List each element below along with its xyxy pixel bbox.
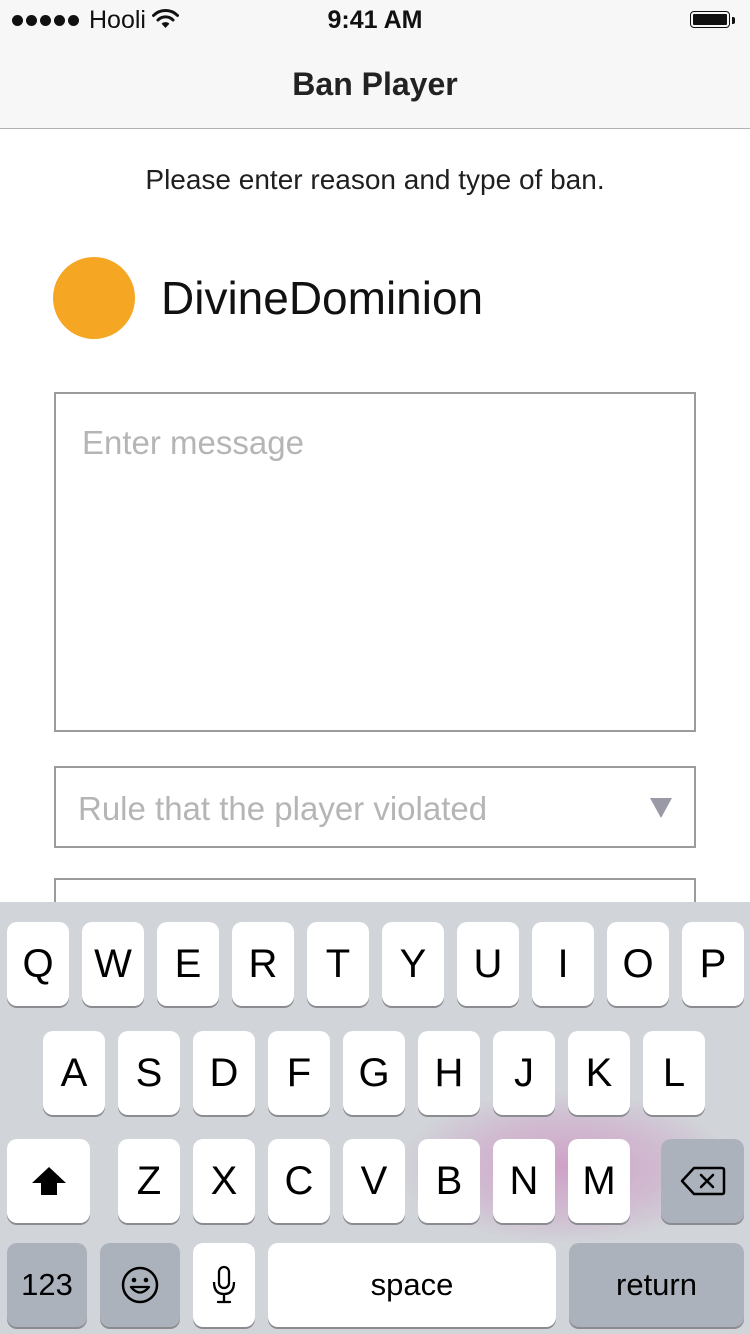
key-n[interactable]: N	[493, 1139, 555, 1223]
navigation-bar: Ban Player	[0, 40, 750, 129]
key-h[interactable]: H	[418, 1031, 480, 1115]
page-title: Ban Player	[292, 66, 458, 102]
numbers-key[interactable]: 123	[7, 1243, 87, 1327]
key-a[interactable]: A	[43, 1031, 105, 1115]
key-e[interactable]: E	[157, 922, 219, 1006]
key-m[interactable]: M	[568, 1139, 630, 1223]
shift-icon	[30, 1165, 68, 1197]
key-t[interactable]: T	[307, 922, 369, 1006]
instruction-text: Please enter reason and type of ban.	[145, 164, 605, 195]
keyboard: Q W E R T Y U I O P A S D F G H J K L Z …	[0, 902, 750, 1334]
status-bar: Hooli 9:41 AM	[0, 0, 750, 40]
avatar	[53, 257, 135, 339]
rule-select[interactable]: Rule that the player violated	[54, 766, 696, 848]
key-j[interactable]: J	[493, 1031, 555, 1115]
key-g[interactable]: G	[343, 1031, 405, 1115]
key-k[interactable]: K	[568, 1031, 630, 1115]
key-u[interactable]: U	[457, 922, 519, 1006]
status-time: 9:41 AM	[327, 6, 423, 34]
key-c[interactable]: C	[268, 1139, 330, 1223]
key-q[interactable]: Q	[7, 922, 69, 1006]
player-row: DivineDominion	[53, 256, 483, 340]
key-z[interactable]: Z	[118, 1139, 180, 1223]
key-d[interactable]: D	[193, 1031, 255, 1115]
key-o[interactable]: O	[607, 922, 669, 1006]
microphone-key[interactable]	[193, 1243, 255, 1327]
microphone-icon	[211, 1265, 237, 1305]
space-key[interactable]: space	[268, 1243, 556, 1327]
key-w[interactable]: W	[82, 922, 144, 1006]
rule-select-placeholder: Rule that the player violated	[78, 790, 488, 827]
key-y[interactable]: Y	[382, 922, 444, 1006]
message-input[interactable]	[54, 392, 696, 732]
key-v[interactable]: V	[343, 1139, 405, 1223]
backspace-icon	[680, 1165, 726, 1197]
shift-key[interactable]	[7, 1139, 90, 1223]
emoji-key[interactable]	[100, 1243, 180, 1327]
player-name: DivineDominion	[161, 272, 484, 324]
key-l[interactable]: L	[643, 1031, 705, 1115]
key-s[interactable]: S	[118, 1031, 180, 1115]
dropdown-arrow-icon	[650, 798, 672, 818]
key-p[interactable]: P	[682, 922, 744, 1006]
battery-icon	[690, 11, 736, 30]
key-f[interactable]: F	[268, 1031, 330, 1115]
return-key[interactable]: return	[569, 1243, 744, 1327]
key-r[interactable]: R	[232, 922, 294, 1006]
delete-key[interactable]	[661, 1139, 744, 1223]
key-x[interactable]: X	[193, 1139, 255, 1223]
key-i[interactable]: I	[532, 922, 594, 1006]
key-b[interactable]: B	[418, 1139, 480, 1223]
emoji-icon	[120, 1265, 160, 1305]
